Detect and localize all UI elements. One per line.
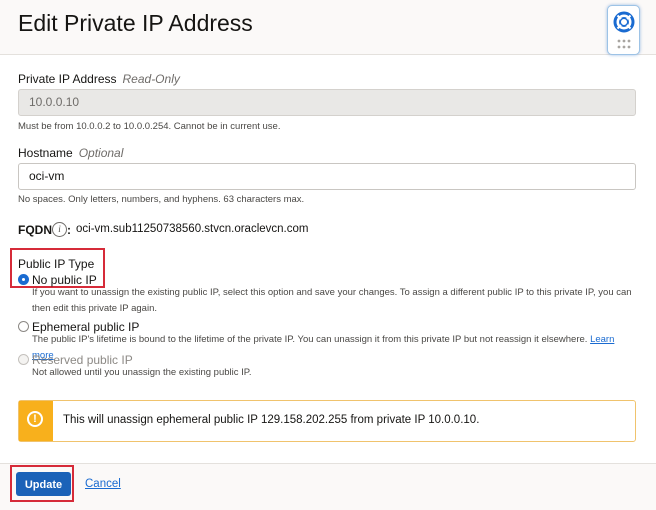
warning-banner: ! This will unassign ephemeral public IP… bbox=[18, 400, 636, 442]
fqdn-value: oci-vm.sub11250738560.stvcn.oraclevcn.co… bbox=[76, 223, 309, 235]
private-ip-field: 10.0.0.10 bbox=[18, 89, 636, 116]
info-icon[interactable]: i bbox=[52, 222, 67, 237]
life-ring-icon bbox=[613, 11, 635, 33]
hostname-help: No spaces. Only letters, numbers, and hy… bbox=[18, 194, 305, 205]
radio-reserved-public-ip bbox=[18, 354, 29, 365]
help-button[interactable] bbox=[607, 5, 640, 55]
warning-text: This will unassign ephemeral public IP 1… bbox=[63, 414, 480, 426]
hostname-label: Hostname Optional bbox=[18, 146, 123, 160]
optional-hint: Optional bbox=[78, 146, 124, 160]
exclamation-icon: ! bbox=[27, 411, 43, 427]
warning-stripe: ! bbox=[19, 401, 53, 441]
radio-ephemeral-public-ip[interactable] bbox=[18, 321, 29, 332]
no-public-ip-description: If you want to unassign the existing pub… bbox=[32, 287, 632, 314]
private-ip-label-text: Private IP Address bbox=[18, 72, 117, 86]
radio-no-public-ip[interactable] bbox=[18, 274, 29, 285]
hostname-label-text: Hostname bbox=[18, 146, 73, 160]
read-only-hint: Read-Only bbox=[122, 72, 180, 86]
cancel-link[interactable]: Cancel bbox=[85, 478, 121, 490]
fqdn-label: FQDN bbox=[18, 223, 52, 237]
fqdn-separator: : bbox=[67, 223, 71, 237]
public-ip-type-label: Public IP Type bbox=[18, 257, 95, 271]
reserved-public-ip-description: Not allowed until you unassign the exist… bbox=[32, 367, 252, 378]
hostname-input[interactable]: oci-vm bbox=[18, 163, 636, 190]
private-ip-label: Private IP Address Read-Only bbox=[18, 72, 180, 86]
dialog-title: Edit Private IP Address bbox=[18, 10, 253, 36]
ephemeral-description-text: The public IP's lifetime is bound to the… bbox=[32, 334, 588, 345]
private-ip-help: Must be from 10.0.0.2 to 10.0.0.254. Can… bbox=[18, 121, 281, 132]
update-button[interactable]: Update bbox=[16, 472, 71, 496]
dialog-header: Edit Private IP Address bbox=[0, 0, 656, 55]
drag-grip-icon[interactable] bbox=[617, 39, 631, 49]
